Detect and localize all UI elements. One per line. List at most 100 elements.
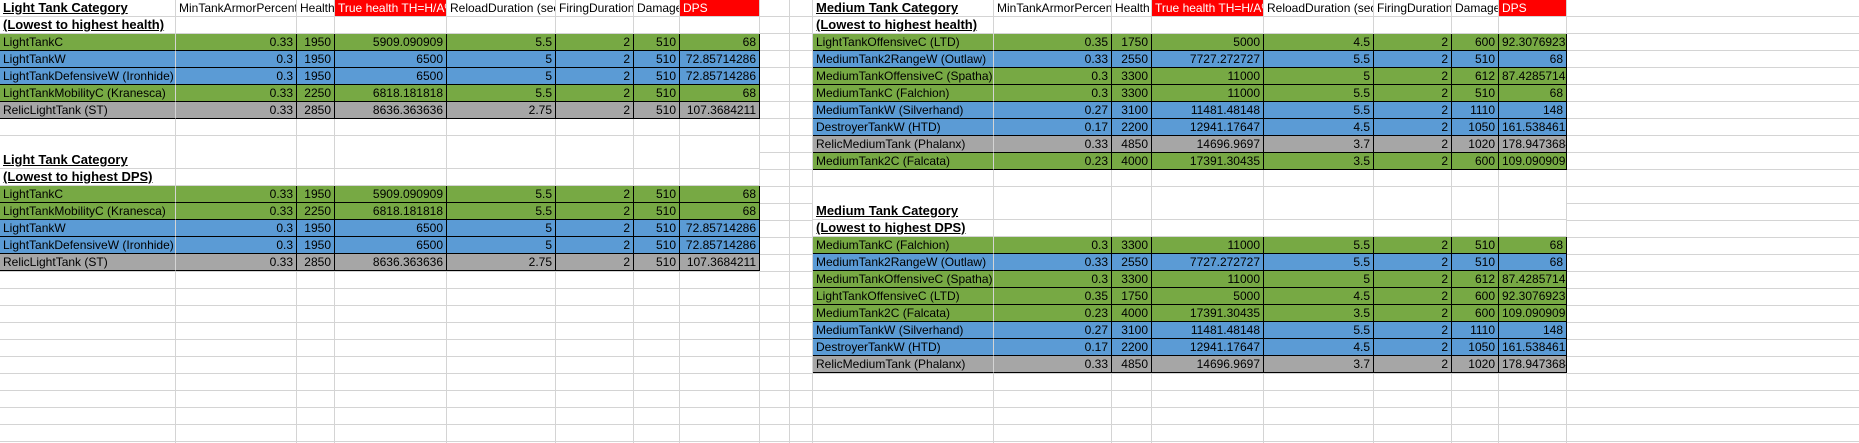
value-cell[interactable]: 4000 bbox=[1112, 153, 1152, 170]
value-cell[interactable]: 0.33 bbox=[176, 102, 297, 119]
value-cell[interactable]: 612 bbox=[1452, 271, 1499, 288]
value-cell[interactable]: 0.27 bbox=[994, 322, 1112, 339]
empty-cell[interactable] bbox=[335, 169, 447, 186]
value-cell[interactable]: 6818.181818 bbox=[335, 85, 447, 102]
tank-name-cell[interactable]: RelicLightTank (ST) bbox=[0, 254, 176, 271]
value-cell[interactable]: 2 bbox=[556, 254, 634, 271]
value-cell[interactable]: 5.5 bbox=[1264, 254, 1374, 271]
value-cell[interactable]: 3100 bbox=[1112, 322, 1152, 339]
value-cell[interactable]: 2 bbox=[1374, 339, 1452, 356]
value-cell[interactable]: 148 bbox=[1499, 102, 1567, 119]
value-cell[interactable]: 2 bbox=[556, 203, 634, 220]
value-cell[interactable]: 7727.272727 bbox=[1152, 51, 1264, 68]
value-cell[interactable]: 1950 bbox=[297, 34, 335, 51]
column-header[interactable] bbox=[335, 152, 447, 169]
column-header[interactable] bbox=[1112, 203, 1152, 220]
value-cell[interactable]: 2250 bbox=[297, 203, 335, 220]
column-header[interactable] bbox=[556, 152, 634, 169]
column-header[interactable]: True health TH=H/A% bbox=[335, 0, 447, 17]
column-header[interactable] bbox=[447, 152, 556, 169]
column-header[interactable]: MinTankArmorPercent bbox=[176, 0, 297, 17]
value-cell[interactable]: 5.5 bbox=[1264, 85, 1374, 102]
value-cell[interactable]: 2 bbox=[1374, 119, 1452, 136]
value-cell[interactable]: 2 bbox=[1374, 136, 1452, 153]
tank-name-cell[interactable]: LightTankW bbox=[0, 51, 176, 68]
tank-name-cell[interactable]: RelicMediumTank (Phalanx) bbox=[813, 136, 994, 153]
empty-cell[interactable] bbox=[1112, 17, 1152, 34]
value-cell[interactable]: 5909.090909 bbox=[335, 186, 447, 203]
value-cell[interactable]: 1110 bbox=[1452, 102, 1499, 119]
value-cell[interactable]: 1950 bbox=[297, 186, 335, 203]
column-header[interactable]: ReloadDuration (sec) bbox=[447, 0, 556, 17]
value-cell[interactable]: 0.33 bbox=[176, 186, 297, 203]
tank-name-cell[interactable]: LightTankMobilityC (Kranesca) bbox=[0, 85, 176, 102]
value-cell[interactable]: 178.9473684 bbox=[1499, 356, 1567, 373]
value-cell[interactable]: 510 bbox=[1452, 51, 1499, 68]
column-header[interactable]: DPS bbox=[1499, 0, 1567, 17]
value-cell[interactable]: 2 bbox=[556, 220, 634, 237]
value-cell[interactable]: 2200 bbox=[1112, 119, 1152, 136]
empty-cell[interactable] bbox=[1264, 220, 1374, 237]
empty-cell[interactable] bbox=[1264, 17, 1374, 34]
value-cell[interactable]: 0.33 bbox=[994, 136, 1112, 153]
value-cell[interactable]: 0.33 bbox=[176, 34, 297, 51]
value-cell[interactable]: 0.17 bbox=[994, 119, 1112, 136]
value-cell[interactable]: 72.85714286 bbox=[680, 220, 760, 237]
tank-name-cell[interactable]: MediumTank2C (Falcata) bbox=[813, 153, 994, 170]
empty-cell[interactable] bbox=[994, 17, 1112, 34]
value-cell[interactable]: 7727.272727 bbox=[1152, 254, 1264, 271]
value-cell[interactable]: 5.5 bbox=[447, 203, 556, 220]
empty-cell[interactable] bbox=[297, 17, 335, 34]
column-header[interactable]: MinTankArmorPercent bbox=[994, 0, 1112, 17]
value-cell[interactable]: 0.3 bbox=[176, 220, 297, 237]
value-cell[interactable]: 87.42857143 bbox=[1499, 271, 1567, 288]
value-cell[interactable]: 109.0909091 bbox=[1499, 305, 1567, 322]
value-cell[interactable]: 72.85714286 bbox=[680, 237, 760, 254]
empty-cell[interactable] bbox=[447, 169, 556, 186]
tank-name-cell[interactable]: MediumTankOffensiveC (Spatha) bbox=[813, 68, 994, 85]
column-header[interactable] bbox=[994, 203, 1112, 220]
value-cell[interactable]: 0.23 bbox=[994, 153, 1112, 170]
value-cell[interactable]: 1750 bbox=[1112, 34, 1152, 51]
value-cell[interactable]: 92.30769231 bbox=[1499, 34, 1567, 51]
column-header[interactable]: DPS bbox=[680, 0, 760, 17]
value-cell[interactable]: 1950 bbox=[297, 237, 335, 254]
value-cell[interactable]: 0.3 bbox=[994, 237, 1112, 254]
tank-name-cell[interactable]: MediumTankW (Silverhand) bbox=[813, 102, 994, 119]
empty-cell[interactable] bbox=[1452, 17, 1499, 34]
column-header[interactable]: Health bbox=[297, 0, 335, 17]
value-cell[interactable]: 17391.30435 bbox=[1152, 153, 1264, 170]
value-cell[interactable]: 2 bbox=[1374, 288, 1452, 305]
value-cell[interactable]: 2 bbox=[1374, 254, 1452, 271]
value-cell[interactable]: 510 bbox=[634, 237, 680, 254]
tank-name-cell[interactable]: LightTankW bbox=[0, 220, 176, 237]
value-cell[interactable]: 5.5 bbox=[447, 85, 556, 102]
value-cell[interactable]: 3.7 bbox=[1264, 356, 1374, 373]
empty-cell[interactable] bbox=[1374, 220, 1452, 237]
tank-name-cell[interactable]: LightTankC bbox=[0, 34, 176, 51]
value-cell[interactable]: 600 bbox=[1452, 305, 1499, 322]
value-cell[interactable]: 2 bbox=[1374, 271, 1452, 288]
value-cell[interactable]: 68 bbox=[680, 203, 760, 220]
value-cell[interactable]: 68 bbox=[680, 85, 760, 102]
column-header[interactable] bbox=[176, 152, 297, 169]
value-cell[interactable]: 2 bbox=[556, 102, 634, 119]
column-header[interactable] bbox=[1152, 203, 1264, 220]
empty-cell[interactable] bbox=[1499, 220, 1567, 237]
value-cell[interactable]: 3300 bbox=[1112, 68, 1152, 85]
value-cell[interactable]: 68 bbox=[680, 34, 760, 51]
value-cell[interactable]: 600 bbox=[1452, 34, 1499, 51]
value-cell[interactable]: 510 bbox=[634, 102, 680, 119]
tank-name-cell[interactable]: LightTankDefensiveW (Ironhide) bbox=[0, 237, 176, 254]
value-cell[interactable]: 1020 bbox=[1452, 356, 1499, 373]
value-cell[interactable]: 2250 bbox=[297, 85, 335, 102]
tank-name-cell[interactable]: MediumTank2C (Falcata) bbox=[813, 305, 994, 322]
value-cell[interactable]: 11481.48148 bbox=[1152, 102, 1264, 119]
tank-name-cell[interactable]: DestroyerTankW (HTD) bbox=[813, 339, 994, 356]
value-cell[interactable]: 612 bbox=[1452, 68, 1499, 85]
empty-cell[interactable] bbox=[1112, 220, 1152, 237]
value-cell[interactable]: 4850 bbox=[1112, 136, 1152, 153]
value-cell[interactable]: 4.5 bbox=[1264, 119, 1374, 136]
value-cell[interactable]: 3300 bbox=[1112, 271, 1152, 288]
tank-name-cell[interactable]: MediumTankOffensiveC (Spatha) bbox=[813, 271, 994, 288]
